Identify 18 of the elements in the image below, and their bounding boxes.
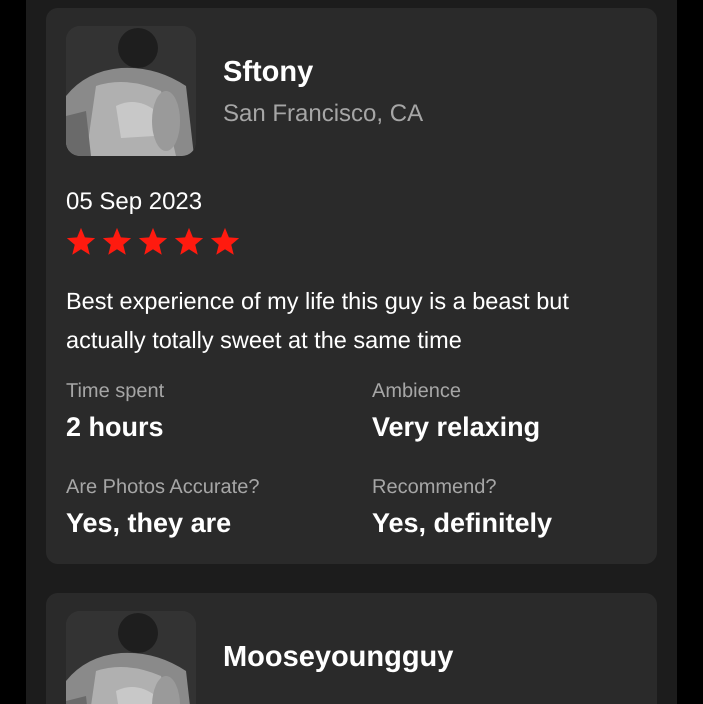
star-icon <box>66 226 96 256</box>
reviewer-name: Sftony <box>223 56 314 88</box>
detail-label: Time spent <box>66 379 164 404</box>
detail-label: Recommend? <box>372 475 497 500</box>
star-icon <box>102 226 132 256</box>
star-icon <box>138 226 168 256</box>
reviewer-name: Mooseyoungguy <box>223 641 454 673</box>
detail-value: Very relaxing <box>372 411 540 444</box>
reviewer-location: San Francisco, CA <box>223 100 424 128</box>
star-icon <box>210 226 240 256</box>
review-date: 05 Sep 2023 <box>66 188 202 216</box>
detail-label: Ambience <box>372 379 461 404</box>
review-text: Best experience of my life this guy is a beast but actually totally sweet at the same time <box>66 287 570 355</box>
star-icon <box>174 226 204 256</box>
detail-label: Are Photos Accurate? <box>66 475 260 500</box>
detail-value: Yes, definitely <box>372 507 552 540</box>
detail-value: 2 hours <box>66 411 164 444</box>
detail-value: Yes, they are <box>66 507 232 540</box>
